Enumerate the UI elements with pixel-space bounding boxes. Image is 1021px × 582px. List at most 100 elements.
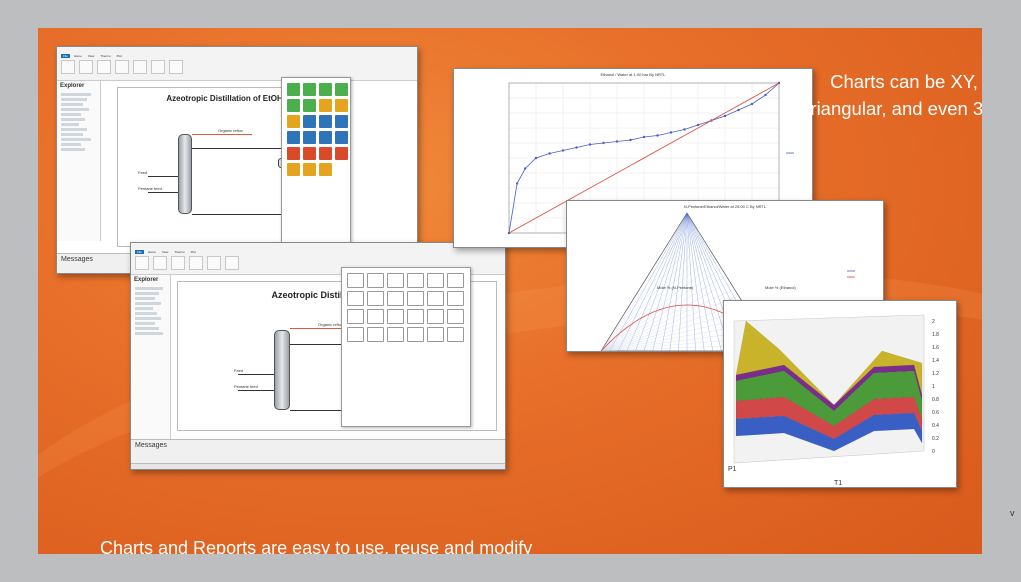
tool-icon[interactable] xyxy=(61,60,75,74)
messages-title: Messages xyxy=(135,442,167,449)
tool-icon[interactable] xyxy=(225,256,239,270)
tool-icon[interactable] xyxy=(189,256,203,270)
chart-tile[interactable] xyxy=(367,291,384,306)
chart-tile[interactable] xyxy=(427,309,444,324)
chart-tile[interactable] xyxy=(367,327,384,342)
stream-label: Feed xyxy=(234,368,244,373)
palette-tile[interactable] xyxy=(303,115,316,128)
chart-tile[interactable] xyxy=(407,273,424,288)
chart-tile[interactable] xyxy=(447,327,464,342)
tool-icon[interactable] xyxy=(171,256,185,270)
chart-tile[interactable] xyxy=(427,273,444,288)
tool-icon[interactable] xyxy=(115,60,129,74)
chart-tile[interactable] xyxy=(427,327,444,342)
grid-line xyxy=(600,233,701,351)
palette-tile[interactable] xyxy=(287,83,300,96)
palette-tile[interactable] xyxy=(319,131,332,144)
palette-tile[interactable] xyxy=(335,99,348,112)
palette-tile[interactable] xyxy=(319,163,332,176)
distillation-column xyxy=(274,330,290,410)
chart-tile[interactable] xyxy=(447,291,464,306)
tie-line xyxy=(635,212,688,351)
palette-tile[interactable] xyxy=(335,83,348,96)
palette-tile[interactable] xyxy=(287,163,300,176)
palette-grid xyxy=(287,83,348,176)
tie-line xyxy=(686,212,705,351)
palette-tile[interactable] xyxy=(319,147,332,160)
chart-tile[interactable] xyxy=(427,291,444,306)
z-tick-label: 1.2 xyxy=(932,371,939,377)
ternary-axis-label: Mole % (N-Pentane) xyxy=(657,285,694,290)
palette-tile[interactable] xyxy=(287,131,300,144)
stream-label: Organic reflux xyxy=(218,128,243,133)
slide-background: File Home View Thermo Plot Explorer Azeotrop… xyxy=(38,28,982,554)
palette-tile[interactable] xyxy=(287,115,300,128)
palette-tile[interactable] xyxy=(319,83,332,96)
chart-tile[interactable] xyxy=(387,327,404,342)
tie-line xyxy=(686,212,722,351)
tool-icon[interactable] xyxy=(79,60,93,74)
chart-tile[interactable] xyxy=(407,291,424,306)
chart-tile[interactable] xyxy=(347,327,364,342)
chart-tile[interactable] xyxy=(347,291,364,306)
palette-tile[interactable] xyxy=(335,131,348,144)
chart-tile[interactable] xyxy=(387,273,404,288)
chart-tile[interactable] xyxy=(387,291,404,306)
x-axis-label: T1 xyxy=(834,480,842,487)
tool-icon[interactable] xyxy=(169,60,183,74)
explorer-panel: Explorer xyxy=(57,81,101,241)
grid-line xyxy=(600,268,722,351)
chart-tile[interactable] xyxy=(347,309,364,324)
data-point xyxy=(737,108,740,112)
palette-tile[interactable] xyxy=(303,147,316,160)
z-tick-label: 2 xyxy=(932,319,935,325)
ribbon: File Home View Thermo Plot xyxy=(57,47,417,81)
ribbon-tabs: File Home View Thermo Plot xyxy=(135,250,196,254)
tool-icon[interactable] xyxy=(153,256,167,270)
grid-line xyxy=(600,240,705,351)
palette-tile[interactable] xyxy=(335,115,348,128)
palette-tile[interactable] xyxy=(303,99,316,112)
palette-tile[interactable] xyxy=(303,131,316,144)
data-point xyxy=(750,102,754,106)
tie-line xyxy=(626,212,688,351)
z-tick-label: 1.6 xyxy=(932,345,939,351)
chart-tile[interactable] xyxy=(447,309,464,324)
tool-icon[interactable] xyxy=(135,256,149,270)
ribbon-tabs: File Home View Thermo Plot xyxy=(61,54,122,58)
footer-caption: Charts and Reports are easy to use, reus… xyxy=(100,538,533,554)
grid-line xyxy=(600,254,713,351)
palette-tile[interactable] xyxy=(319,115,332,128)
z-tick-label: 1 xyxy=(932,384,935,390)
stream-label: Pentane feed xyxy=(138,186,162,191)
palette-grid xyxy=(347,273,464,342)
palette-tile[interactable] xyxy=(287,99,300,112)
chart-tile[interactable] xyxy=(407,327,424,342)
distillation-column xyxy=(178,134,192,214)
chart-tile[interactable] xyxy=(447,273,464,288)
palette-tile[interactable] xyxy=(335,147,348,160)
data-point xyxy=(602,141,605,145)
surface-chart-window: 2 1.8 1.6 1.4 1.2 1 0.8 0.6 0.4 0.2 0 T1 P1 xyxy=(723,300,957,488)
data-point xyxy=(723,114,727,118)
palette-tile[interactable] xyxy=(287,147,300,160)
tool-icon[interactable] xyxy=(97,60,111,74)
tool-icon[interactable] xyxy=(151,60,165,74)
chart-tile[interactable] xyxy=(387,309,404,324)
z-tick-label: 0.2 xyxy=(932,436,939,442)
ternary-axis-label: Mole % (Ethanol) xyxy=(765,285,796,290)
palette-tile[interactable] xyxy=(303,163,316,176)
palette-tile[interactable] xyxy=(303,83,316,96)
ribbon-tools xyxy=(61,60,413,80)
explorer-title: Explorer xyxy=(134,277,159,283)
tie-line xyxy=(678,212,688,351)
data-point xyxy=(669,131,673,134)
palette-tile[interactable] xyxy=(319,99,332,112)
chart-tile[interactable] xyxy=(407,309,424,324)
chart-tile[interactable] xyxy=(367,309,384,324)
tool-icon[interactable] xyxy=(133,60,147,74)
chart-tile[interactable] xyxy=(367,273,384,288)
chart-tile[interactable] xyxy=(347,273,364,288)
edge-mark: v xyxy=(1010,508,1015,518)
tool-icon[interactable] xyxy=(207,256,221,270)
